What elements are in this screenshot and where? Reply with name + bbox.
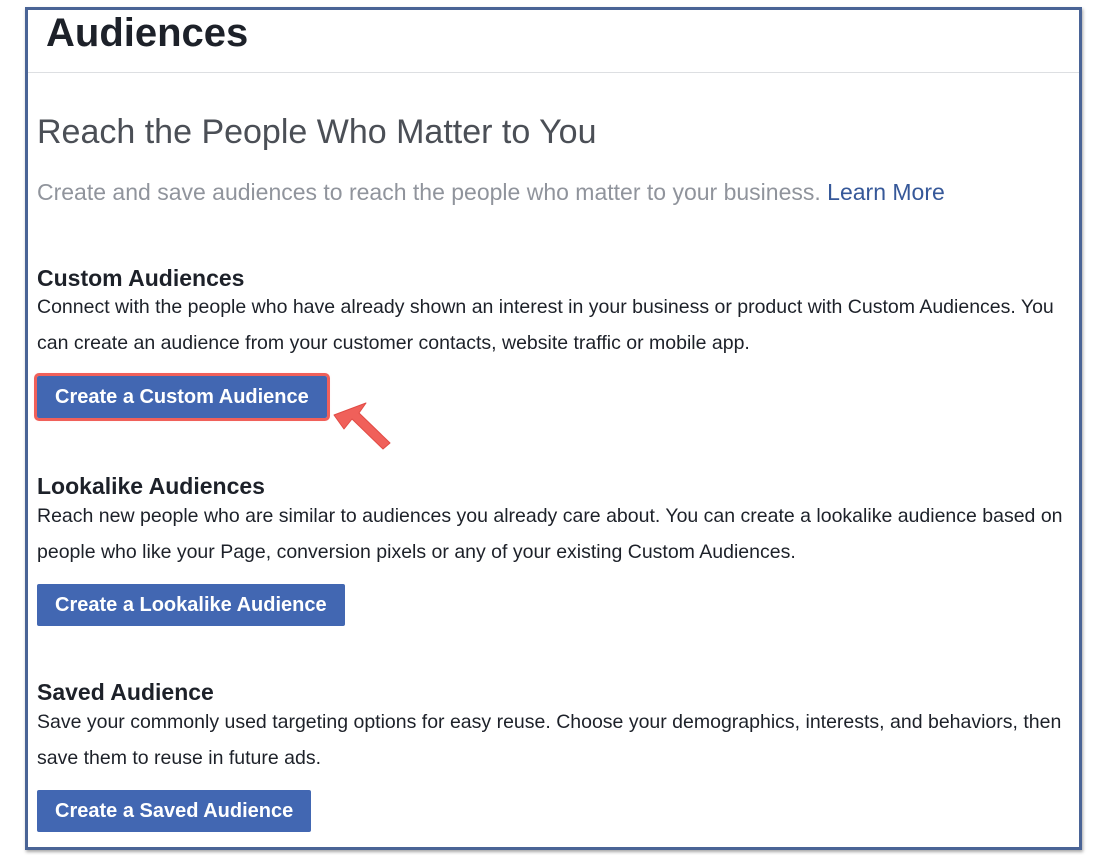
create-lookalike-audience-button[interactable]: Create a Lookalike Audience bbox=[37, 584, 345, 626]
learn-more-link[interactable]: Learn More bbox=[827, 179, 945, 205]
audiences-panel: Audiences Reach the People Who Matter to… bbox=[25, 7, 1082, 850]
saved-audience-title: Saved Audience bbox=[37, 679, 214, 705]
create-custom-audience-button[interactable]: Create a Custom Audience bbox=[34, 373, 330, 421]
page-title: Audiences bbox=[46, 11, 249, 55]
lookalike-audiences-description: Reach new people who are similar to audi… bbox=[37, 505, 1063, 563]
lookalike-audiences-title: Lookalike Audiences bbox=[37, 473, 265, 499]
arrow-pointer-icon bbox=[333, 402, 391, 450]
saved-audience-description: Save your commonly used targeting option… bbox=[37, 711, 1062, 769]
page-header: Audiences bbox=[28, 10, 1079, 73]
create-saved-audience-button[interactable]: Create a Saved Audience bbox=[37, 790, 312, 832]
intro-subline-text: Create and save audiences to reach the p… bbox=[37, 179, 821, 205]
intro-headline: Reach the People Who Matter to You bbox=[37, 113, 597, 151]
custom-audiences-description: Connect with the people who have already… bbox=[37, 296, 1054, 354]
intro-subline: Create and save audiences to reach the p… bbox=[37, 177, 945, 207]
